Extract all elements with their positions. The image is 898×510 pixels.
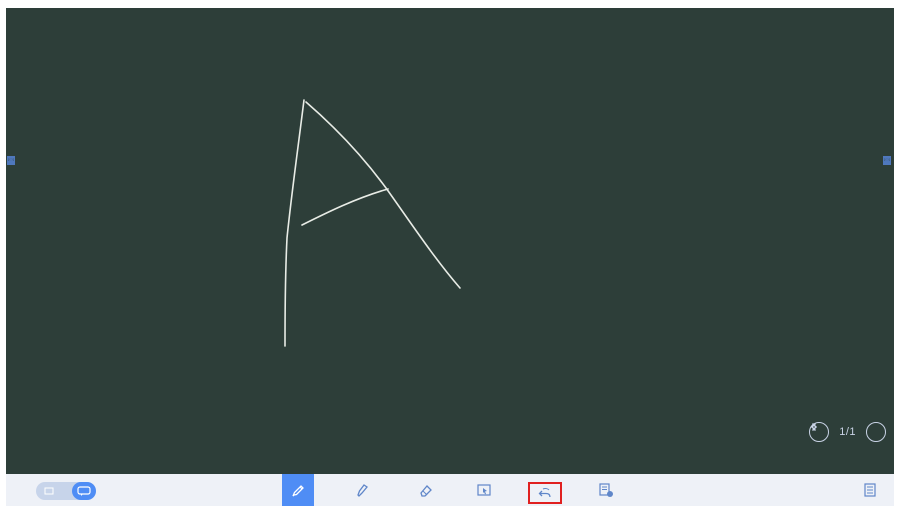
- side-exit-icon[interactable]: [883, 157, 892, 235]
- side-exit-icon[interactable]: [7, 157, 16, 235]
- eraser-icon: [420, 485, 432, 497]
- chat-mode-icon: [77, 486, 91, 496]
- page-manager-button[interactable]: [854, 474, 886, 506]
- side-share-icon[interactable]: [883, 157, 892, 218]
- ink-layer: [284, 99, 461, 347]
- page-indicator: 1/1: [839, 426, 856, 438]
- left-side-tools: [7, 156, 17, 235]
- right-side-tools: [883, 156, 893, 235]
- side-settings-icon[interactable]: [883, 157, 892, 201]
- bottom-toolbar: [6, 474, 894, 506]
- drawing-board[interactable]: 1/1: [6, 8, 894, 474]
- side-save-icon[interactable]: [883, 156, 892, 184]
- ink-stroke-crossbar: [301, 188, 389, 226]
- ink-stroke-left-diagonal: [284, 99, 305, 347]
- eraser-tool-button[interactable]: [410, 474, 442, 506]
- undo-tool-button[interactable]: [528, 482, 562, 504]
- select-tool-button[interactable]: [468, 474, 500, 506]
- side-settings-icon[interactable]: [7, 157, 16, 201]
- pen-icon: [292, 485, 304, 497]
- brush-icon: [357, 484, 368, 497]
- brush-tool-button[interactable]: [346, 474, 378, 506]
- side-share-icon[interactable]: [7, 157, 16, 218]
- next-page-button[interactable]: [812, 422, 886, 442]
- mode-toggle[interactable]: [36, 482, 96, 500]
- whiteboard-screen: 1/1: [6, 8, 894, 506]
- more-icon: [599, 483, 613, 497]
- chevron-right-icon: [812, 422, 818, 432]
- ink-stroke-right-diagonal: [305, 101, 461, 289]
- mode-toggle-knob: [72, 482, 96, 500]
- whiteboard-mode-icon: [44, 487, 54, 495]
- page-manager-icon: [864, 483, 876, 497]
- undo-icon: [538, 487, 551, 498]
- more-tool-button[interactable]: [590, 474, 622, 506]
- page-navigator: 1/1: [809, 422, 886, 442]
- pen-tool-button[interactable]: [282, 474, 314, 506]
- side-save-icon[interactable]: [7, 156, 16, 184]
- select-icon: [477, 484, 491, 496]
